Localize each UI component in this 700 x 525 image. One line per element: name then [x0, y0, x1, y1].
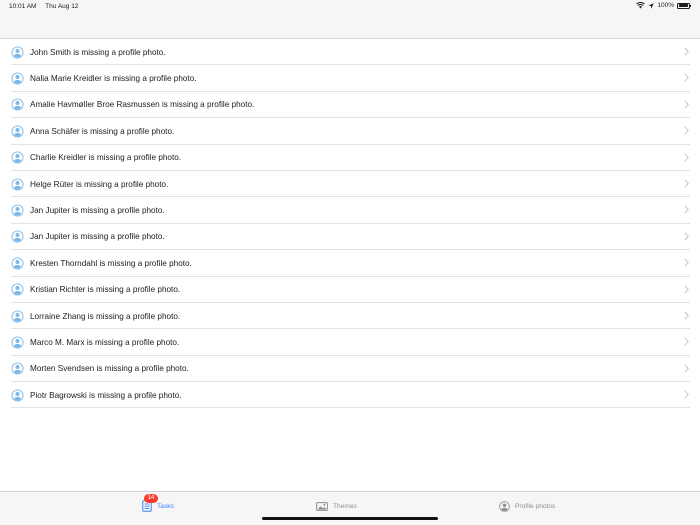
chevron-right-icon: [684, 390, 689, 399]
task-list: John Smith is missing a profile photo. N…: [0, 39, 700, 409]
task-text: Lorraine Zhang is missing a profile phot…: [30, 311, 181, 321]
user-avatar-icon: [11, 362, 24, 375]
task-row[interactable]: Kristian Richter is missing a profile ph…: [0, 277, 700, 304]
tab-tasks[interactable]: Tasks 14: [142, 494, 174, 512]
chevron-right-icon: [684, 284, 689, 294]
wifi-icon: [636, 2, 646, 9]
task-text: Marco M. Marx is missing a profile photo…: [30, 337, 180, 347]
tab-profile-photos[interactable]: Profile photos: [499, 500, 555, 512]
user-avatar-icon: [11, 310, 24, 323]
task-row[interactable]: Morten Svendsen is missing a profile pho…: [0, 356, 700, 383]
chevron-right-icon: [684, 73, 689, 82]
task-text: Charlie Kreidler is missing a profile ph…: [30, 153, 182, 163]
task-row[interactable]: Nalia Marie Kreidler is missing a profil…: [0, 65, 700, 93]
chevron-right-icon: [684, 205, 689, 214]
status-date: Thu Aug 12: [45, 3, 79, 10]
user-avatar-icon: [11, 204, 24, 217]
chevron-right-icon: [684, 100, 689, 109]
task-text: Kristian Richter is missing a profile ph…: [30, 285, 181, 295]
task-row[interactable]: Amalie Havmøller Broe Rasmussen is missi…: [0, 92, 700, 119]
status-time: 10:01 AM: [9, 3, 37, 10]
tab-themes[interactable]: Themes: [316, 500, 357, 512]
user-avatar-icon: [11, 98, 24, 111]
task-row[interactable]: Piotr Bagrowski is missing a profile pho…: [0, 382, 700, 409]
battery-percent: 100%: [657, 2, 674, 9]
chevron-right-icon: [684, 179, 689, 188]
task-row[interactable]: Kresten Thorndahl is missing a profile p…: [0, 250, 700, 277]
navigation-bar: [0, 14, 700, 39]
chevron-right-icon: [684, 337, 689, 346]
task-text: Nalia Marie Kreidler is missing a profil…: [30, 74, 197, 84]
user-avatar-icon: [11, 283, 24, 296]
task-row[interactable]: Helge Rüter is missing a profile photo.: [0, 171, 700, 198]
user-avatar-icon: [11, 72, 24, 85]
location-arrow-icon: [648, 2, 655, 9]
image-icon: [316, 501, 328, 511]
task-text: Morten Svendsen is missing a profile pho…: [30, 364, 189, 374]
home-indicator: [262, 517, 438, 520]
task-text: Helge Rüter is missing a profile photo.: [30, 179, 169, 189]
user-avatar-icon: [11, 125, 24, 138]
user-avatar-icon: [11, 178, 24, 191]
tab-tasks-label: Tasks: [157, 502, 174, 510]
task-row[interactable]: Anna Schäfer is missing a profile photo.: [0, 118, 700, 145]
task-row[interactable]: John Smith is missing a profile photo.: [0, 39, 700, 66]
chevron-right-icon: [684, 311, 689, 320]
user-avatar-icon: [11, 46, 24, 59]
task-text: Jan Jupiter is missing a profile photo.: [30, 206, 165, 216]
user-avatar-icon: [11, 389, 24, 402]
user-circle-icon: [499, 500, 510, 512]
user-avatar-icon: [11, 336, 24, 349]
user-avatar-icon: [11, 151, 24, 164]
status-bar: 10:01 AM Thu Aug 12 100%: [0, 0, 700, 14]
task-text: Jan Jupiter is missing a profile photo.: [30, 232, 165, 242]
chevron-right-icon: [684, 126, 689, 135]
task-text: Anna Schäfer is missing a profile photo.: [30, 126, 175, 136]
task-row[interactable]: Charlie Kreidler is missing a profile ph…: [0, 145, 700, 172]
chevron-right-icon: [684, 47, 689, 56]
chevron-right-icon: [684, 232, 689, 241]
chevron-right-icon: [684, 153, 689, 162]
user-avatar-icon: [11, 257, 24, 270]
task-text: Kresten Thorndahl is missing a profile p…: [30, 258, 192, 268]
status-right: 100%: [636, 2, 691, 9]
task-row[interactable]: Jan Jupiter is missing a profile photo.: [0, 224, 700, 251]
status-left: 10:01 AM Thu Aug 12: [9, 3, 85, 10]
tasks-count-badge: 14: [144, 494, 158, 503]
battery-icon: [677, 2, 691, 9]
chevron-right-icon: [684, 258, 689, 267]
tab-profile-photos-label: Profile photos: [515, 502, 556, 510]
tab-themes-label: Themes: [333, 502, 357, 510]
task-text: John Smith is missing a profile photo.: [30, 47, 166, 57]
task-row[interactable]: Lorraine Zhang is missing a profile phot…: [0, 303, 700, 330]
chevron-right-icon: [684, 364, 689, 373]
task-row[interactable]: Marco M. Marx is missing a profile photo…: [0, 329, 700, 357]
task-text: Amalie Havmøller Broe Rasmussen is missi…: [30, 100, 255, 110]
user-avatar-icon: [11, 230, 24, 243]
task-text: Piotr Bagrowski is missing a profile pho…: [30, 390, 182, 400]
task-row[interactable]: Jan Jupiter is missing a profile photo.: [0, 197, 700, 225]
